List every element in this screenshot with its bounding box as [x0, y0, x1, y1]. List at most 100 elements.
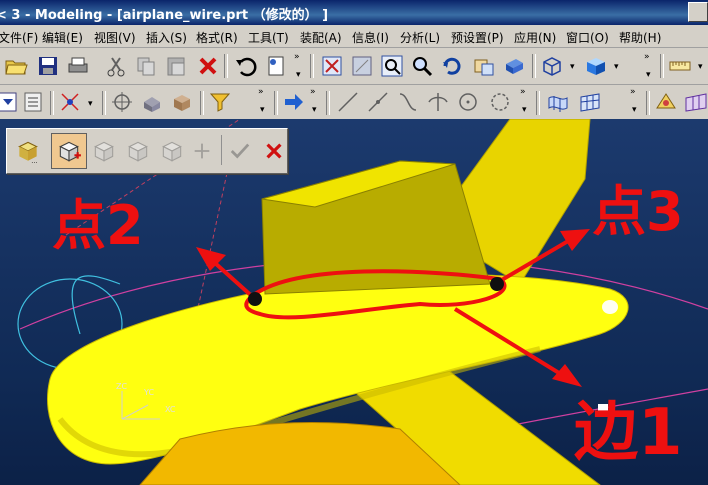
dropdown-arrow-icon[interactable]: ▾: [312, 105, 317, 115]
toolbar-separator: [310, 54, 314, 78]
toolbar-separator: [224, 54, 228, 78]
menu-insert[interactable]: 插入(S): [146, 29, 187, 46]
mesh-icon[interactable]: [578, 90, 602, 114]
point2-marker: [248, 292, 262, 306]
point3-marker: [490, 277, 504, 291]
rotate-icon[interactable]: [440, 54, 464, 78]
toolbar-separator: [326, 91, 330, 115]
surface-icon[interactable]: [546, 90, 570, 114]
toolbar-separator: [532, 54, 536, 78]
dropdown-arrow-icon[interactable]: ▾: [570, 62, 575, 72]
measure-icon[interactable]: [668, 54, 692, 78]
view-rotate-icon[interactable]: [350, 54, 374, 78]
toolbar-separator: [274, 91, 278, 115]
menu-assembly[interactable]: 装配(A): [300, 29, 342, 46]
cube-select3-icon[interactable]: [159, 138, 185, 164]
mesh2-icon[interactable]: [684, 90, 708, 114]
title-bar: < 3 - Modeling - [airplane_wire.prt （修改的…: [0, 0, 708, 25]
menu-tools[interactable]: 工具(T): [248, 29, 289, 46]
dropdown-arrow-icon[interactable]: ▾: [698, 62, 703, 72]
arc-icon[interactable]: [396, 90, 420, 114]
object-select-icon: [59, 141, 81, 162]
menu-window[interactable]: 窗口(O): [566, 29, 609, 46]
toolbar-separator: [536, 91, 540, 115]
line-tool-icon[interactable]: [366, 90, 390, 114]
overflow-chevron-icon[interactable]: »: [294, 52, 300, 62]
menu-bar: 文件(F) 编辑(E) 视图(V) 插入(S) 格式(R) 工具(T) 装配(A…: [0, 25, 708, 48]
cut-icon[interactable]: [104, 54, 128, 78]
nose-highlight: [602, 300, 618, 314]
body-icon[interactable]: [170, 90, 194, 114]
line-icon[interactable]: [336, 90, 360, 114]
shaded-icon[interactable]: [584, 54, 608, 78]
menu-format[interactable]: 格式(R): [196, 29, 238, 46]
delete-icon[interactable]: [196, 54, 220, 78]
axis-yc-label: YC: [143, 388, 154, 397]
save-icon[interactable]: [36, 54, 60, 78]
toolbar-separator: [50, 91, 54, 115]
fit-icon[interactable]: [320, 54, 344, 78]
cube-select2-icon[interactable]: [125, 138, 151, 164]
axis-xc-label: XC: [165, 405, 176, 414]
cancel-x-icon[interactable]: [263, 140, 285, 162]
dropdown-arrow-icon[interactable]: ▾: [88, 99, 93, 109]
menu-application[interactable]: 应用(N): [514, 29, 556, 46]
menu-edit[interactable]: 编辑(E): [42, 29, 83, 46]
dropdown-arrow-icon[interactable]: ▾: [260, 105, 265, 115]
overflow-chevron-icon[interactable]: »: [630, 87, 636, 97]
dropdown-arrow-icon[interactable]: ▾: [632, 105, 637, 115]
layer-icon[interactable]: [264, 54, 288, 78]
select-dropdown-icon[interactable]: [0, 90, 20, 114]
open-folder-icon[interactable]: [4, 54, 28, 78]
svg-text:...: ...: [31, 157, 37, 164]
dropdown-arrow-icon[interactable]: ▾: [646, 70, 651, 80]
paste-icon[interactable]: [164, 54, 188, 78]
menu-file[interactable]: 文件(F): [0, 29, 38, 46]
render-icon[interactable]: [502, 54, 526, 78]
cube-select-icon[interactable]: [91, 138, 117, 164]
circle-icon[interactable]: [456, 90, 480, 114]
circle-dash-icon[interactable]: [488, 90, 512, 114]
feature-icon[interactable]: [140, 90, 164, 114]
arrow-right-icon[interactable]: [282, 90, 306, 114]
overflow-chevron-icon[interactable]: »: [520, 87, 526, 97]
menu-analysis[interactable]: 分析(L): [400, 29, 440, 46]
wireframe-icon[interactable]: [540, 54, 564, 78]
annotation-point3: 点3: [592, 180, 684, 243]
menu-preferences[interactable]: 预设置(P): [451, 29, 504, 46]
overflow-chevron-icon[interactable]: »: [310, 87, 316, 97]
menu-help[interactable]: 帮助(H): [619, 29, 661, 46]
arrow-head-point3: [560, 229, 590, 251]
copy-icon[interactable]: [134, 54, 158, 78]
intersection-icon[interactable]: [426, 90, 450, 114]
ok-check-icon[interactable]: [229, 140, 251, 162]
analysis-icon[interactable]: [654, 90, 678, 114]
menu-info[interactable]: 信息(I): [352, 29, 389, 46]
overflow-chevron-icon[interactable]: »: [258, 87, 264, 97]
undo-icon[interactable]: [234, 54, 258, 78]
toolbar-separator: [221, 135, 222, 165]
edit-sketch-icon[interactable]: ...: [15, 138, 41, 164]
point-select-icon[interactable]: [191, 140, 213, 162]
object-select-button[interactable]: [51, 133, 87, 169]
modeling-toolbar: ▾ » ▾ » ▾ » ▾ » ▾: [0, 85, 708, 120]
dropdown-arrow-icon[interactable]: ▾: [296, 70, 301, 80]
zoom-icon[interactable]: [410, 54, 434, 78]
toolbar-separator: [200, 91, 204, 115]
filter-icon[interactable]: [208, 90, 232, 114]
dropdown-arrow-icon[interactable]: ▾: [522, 105, 527, 115]
maximize-button[interactable]: [688, 2, 708, 22]
filter-list-icon[interactable]: [22, 90, 46, 114]
pan-icon[interactable]: [472, 54, 496, 78]
snap-point-icon[interactable]: [110, 90, 134, 114]
toolbar-separator: [646, 91, 650, 115]
annotation-edge1: 边1: [574, 396, 683, 470]
menu-view[interactable]: 视图(V): [94, 29, 136, 46]
point-construct-icon[interactable]: [58, 90, 82, 114]
dropdown-arrow-icon[interactable]: ▾: [614, 62, 619, 72]
print-icon[interactable]: [66, 54, 90, 78]
toolbar-separator: [102, 91, 106, 115]
zoom-window-icon[interactable]: [380, 54, 404, 78]
overflow-chevron-icon[interactable]: »: [644, 52, 650, 62]
standard-toolbar: » ▾ ▾ ▾ » ▾ ▾: [0, 48, 708, 85]
